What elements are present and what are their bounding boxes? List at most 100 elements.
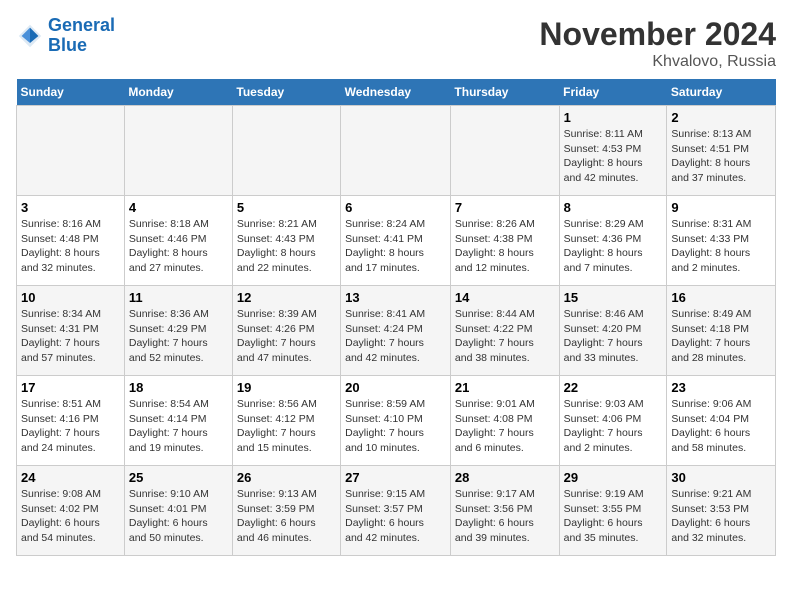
calendar-title: November 2024 bbox=[539, 16, 776, 53]
calendar-cell: 20 Sunrise: 8:59 AMSunset: 4:10 PMDayligh… bbox=[341, 376, 451, 466]
day-info: Sunrise: 9:15 AMSunset: 3:57 PMDaylight:… bbox=[345, 487, 446, 546]
calendar-cell: 16 Sunrise: 8:49 AMSunset: 4:18 PMDayligh… bbox=[667, 286, 776, 376]
day-number: 25 bbox=[129, 470, 228, 485]
calendar-cell: 9Sunrise: 8:31 AMSunset: 4:33 PMDaylight… bbox=[667, 196, 776, 286]
calendar-cell: 17 Sunrise: 8:51 AMSunset: 4:16 PMDayligh… bbox=[17, 376, 125, 466]
weekday-header-row: SundayMondayTuesdayWednesdayThursdayFrid… bbox=[17, 79, 776, 106]
day-info: Sunrise: 9:13 AMSunset: 3:59 PMDaylight:… bbox=[237, 487, 336, 546]
day-number: 17 bbox=[21, 380, 120, 395]
logo-general: General bbox=[48, 15, 115, 35]
day-info: Sunrise: 8:31 AMSunset: 4:33 PMDaylight:… bbox=[671, 217, 771, 276]
day-info: Sunrise: 9:08 AMSunset: 4:02 PMDaylight:… bbox=[21, 487, 120, 546]
weekday-header-thursday: Thursday bbox=[450, 79, 559, 106]
weekday-header-wednesday: Wednesday bbox=[341, 79, 451, 106]
day-number: 3 bbox=[21, 200, 120, 215]
calendar-cell: 8 Sunrise: 8:29 AMSunset: 4:36 PMDaylight… bbox=[559, 196, 667, 286]
day-number: 21 bbox=[455, 380, 555, 395]
day-number: 20 bbox=[345, 380, 446, 395]
calendar-cell: 6Sunrise: 8:24 AMSunset: 4:41 PMDaylight… bbox=[341, 196, 451, 286]
day-info: Sunrise: 9:17 AMSunset: 3:56 PMDaylight:… bbox=[455, 487, 555, 546]
day-info: Sunrise: 8:21 AMSunset: 4:43 PMDaylight:… bbox=[237, 217, 336, 276]
logo: General Blue bbox=[16, 16, 115, 56]
header: General Blue November 2024 Khvalovo, Rus… bbox=[16, 16, 776, 71]
day-number: 7 bbox=[455, 200, 555, 215]
weekday-header-tuesday: Tuesday bbox=[232, 79, 340, 106]
day-number: 2 bbox=[671, 110, 771, 125]
weekday-header-sunday: Sunday bbox=[17, 79, 125, 106]
week-row-5: 24Sunrise: 9:08 AMSunset: 4:02 PMDayligh… bbox=[17, 466, 776, 556]
day-info: Sunrise: 9:10 AMSunset: 4:01 PMDaylight:… bbox=[129, 487, 228, 546]
calendar-cell bbox=[124, 106, 232, 196]
day-info: Sunrise: 8:41 AMSunset: 4:24 PMDaylight:… bbox=[345, 307, 446, 366]
day-number: 29 bbox=[564, 470, 663, 485]
calendar-cell: 23 Sunrise: 9:06 AMSunset: 4:04 PMDayligh… bbox=[667, 376, 776, 466]
day-info: Sunrise: 8:51 AMSunset: 4:16 PMDaylight:… bbox=[21, 397, 120, 456]
calendar-cell: 13Sunrise: 8:41 AMSunset: 4:24 PMDayligh… bbox=[341, 286, 451, 376]
day-number: 27 bbox=[345, 470, 446, 485]
calendar-cell: 18 Sunrise: 8:54 AMSunset: 4:14 PMDayligh… bbox=[124, 376, 232, 466]
day-number: 10 bbox=[21, 290, 120, 305]
day-info: Sunrise: 9:06 AMSunset: 4:04 PMDaylight:… bbox=[671, 397, 771, 456]
day-info: Sunrise: 8:49 AMSunset: 4:18 PMDaylight:… bbox=[671, 307, 771, 366]
day-number: 26 bbox=[237, 470, 336, 485]
day-info: Sunrise: 8:16 AMSunset: 4:48 PMDaylight:… bbox=[21, 217, 120, 276]
week-row-1: 1 Sunrise: 8:11 AMSunset: 4:53 PMDaylight… bbox=[17, 106, 776, 196]
day-info: Sunrise: 8:26 AMSunset: 4:38 PMDaylight:… bbox=[455, 217, 555, 276]
calendar-cell: 26 Sunrise: 9:13 AMSunset: 3:59 PMDayligh… bbox=[232, 466, 340, 556]
day-info: Sunrise: 9:21 AMSunset: 3:53 PMDaylight:… bbox=[671, 487, 771, 546]
day-info: Sunrise: 8:18 AMSunset: 4:46 PMDaylight:… bbox=[129, 217, 228, 276]
calendar-cell: 19Sunrise: 8:56 AMSunset: 4:12 PMDayligh… bbox=[232, 376, 340, 466]
calendar-cell: 30Sunrise: 9:21 AMSunset: 3:53 PMDayligh… bbox=[667, 466, 776, 556]
calendar-cell: 21 Sunrise: 9:01 AMSunset: 4:08 PMDayligh… bbox=[450, 376, 559, 466]
day-info: Sunrise: 8:39 AMSunset: 4:26 PMDaylight:… bbox=[237, 307, 336, 366]
day-info: Sunrise: 8:24 AMSunset: 4:41 PMDaylight:… bbox=[345, 217, 446, 276]
calendar-cell: 14Sunrise: 8:44 AMSunset: 4:22 PMDayligh… bbox=[450, 286, 559, 376]
day-number: 23 bbox=[671, 380, 771, 395]
calendar-cell: 7 Sunrise: 8:26 AMSunset: 4:38 PMDaylight… bbox=[450, 196, 559, 286]
calendar-cell: 11 Sunrise: 8:36 AMSunset: 4:29 PMDayligh… bbox=[124, 286, 232, 376]
day-info: Sunrise: 8:11 AMSunset: 4:53 PMDaylight:… bbox=[564, 127, 663, 186]
week-row-3: 10 Sunrise: 8:34 AMSunset: 4:31 PMDayligh… bbox=[17, 286, 776, 376]
logo-blue: Blue bbox=[48, 35, 87, 55]
day-info: Sunrise: 8:34 AMSunset: 4:31 PMDaylight:… bbox=[21, 307, 120, 366]
calendar-cell: 29Sunrise: 9:19 AMSunset: 3:55 PMDayligh… bbox=[559, 466, 667, 556]
calendar-cell: 28 Sunrise: 9:17 AMSunset: 3:56 PMDayligh… bbox=[450, 466, 559, 556]
calendar-cell: 5Sunrise: 8:21 AMSunset: 4:43 PMDaylight… bbox=[232, 196, 340, 286]
day-info: Sunrise: 9:03 AMSunset: 4:06 PMDaylight:… bbox=[564, 397, 663, 456]
day-info: Sunrise: 8:36 AMSunset: 4:29 PMDaylight:… bbox=[129, 307, 228, 366]
day-info: Sunrise: 8:13 AMSunset: 4:51 PMDaylight:… bbox=[671, 127, 771, 186]
day-number: 11 bbox=[129, 290, 228, 305]
day-info: Sunrise: 8:54 AMSunset: 4:14 PMDaylight:… bbox=[129, 397, 228, 456]
day-number: 18 bbox=[129, 380, 228, 395]
calendar-subtitle: Khvalovo, Russia bbox=[539, 53, 776, 71]
calendar-cell: 2 Sunrise: 8:13 AMSunset: 4:51 PMDaylight… bbox=[667, 106, 776, 196]
day-number: 15 bbox=[564, 290, 663, 305]
calendar-cell: 4 Sunrise: 8:18 AMSunset: 4:46 PMDaylight… bbox=[124, 196, 232, 286]
day-info: Sunrise: 8:59 AMSunset: 4:10 PMDaylight:… bbox=[345, 397, 446, 456]
day-info: Sunrise: 8:29 AMSunset: 4:36 PMDaylight:… bbox=[564, 217, 663, 276]
day-info: Sunrise: 8:46 AMSunset: 4:20 PMDaylight:… bbox=[564, 307, 663, 366]
weekday-header-saturday: Saturday bbox=[667, 79, 776, 106]
day-number: 28 bbox=[455, 470, 555, 485]
day-number: 1 bbox=[564, 110, 663, 125]
calendar-cell bbox=[232, 106, 340, 196]
day-info: Sunrise: 8:44 AMSunset: 4:22 PMDaylight:… bbox=[455, 307, 555, 366]
calendar-cell: 22 Sunrise: 9:03 AMSunset: 4:06 PMDayligh… bbox=[559, 376, 667, 466]
week-row-2: 3 Sunrise: 8:16 AMSunset: 4:48 PMDaylight… bbox=[17, 196, 776, 286]
calendar-cell: 12Sunrise: 8:39 AMSunset: 4:26 PMDayligh… bbox=[232, 286, 340, 376]
day-number: 22 bbox=[564, 380, 663, 395]
day-info: Sunrise: 8:56 AMSunset: 4:12 PMDaylight:… bbox=[237, 397, 336, 456]
calendar-cell bbox=[450, 106, 559, 196]
calendar-cell: 10 Sunrise: 8:34 AMSunset: 4:31 PMDayligh… bbox=[17, 286, 125, 376]
weekday-header-monday: Monday bbox=[124, 79, 232, 106]
day-number: 4 bbox=[129, 200, 228, 215]
calendar-cell: 15 Sunrise: 8:46 AMSunset: 4:20 PMDayligh… bbox=[559, 286, 667, 376]
title-area: November 2024 Khvalovo, Russia bbox=[539, 16, 776, 71]
day-info: Sunrise: 9:01 AMSunset: 4:08 PMDaylight:… bbox=[455, 397, 555, 456]
calendar-cell bbox=[341, 106, 451, 196]
calendar-cell: 24Sunrise: 9:08 AMSunset: 4:02 PMDayligh… bbox=[17, 466, 125, 556]
logo-text: General Blue bbox=[48, 16, 115, 56]
day-number: 16 bbox=[671, 290, 771, 305]
day-number: 8 bbox=[564, 200, 663, 215]
weekday-header-friday: Friday bbox=[559, 79, 667, 106]
